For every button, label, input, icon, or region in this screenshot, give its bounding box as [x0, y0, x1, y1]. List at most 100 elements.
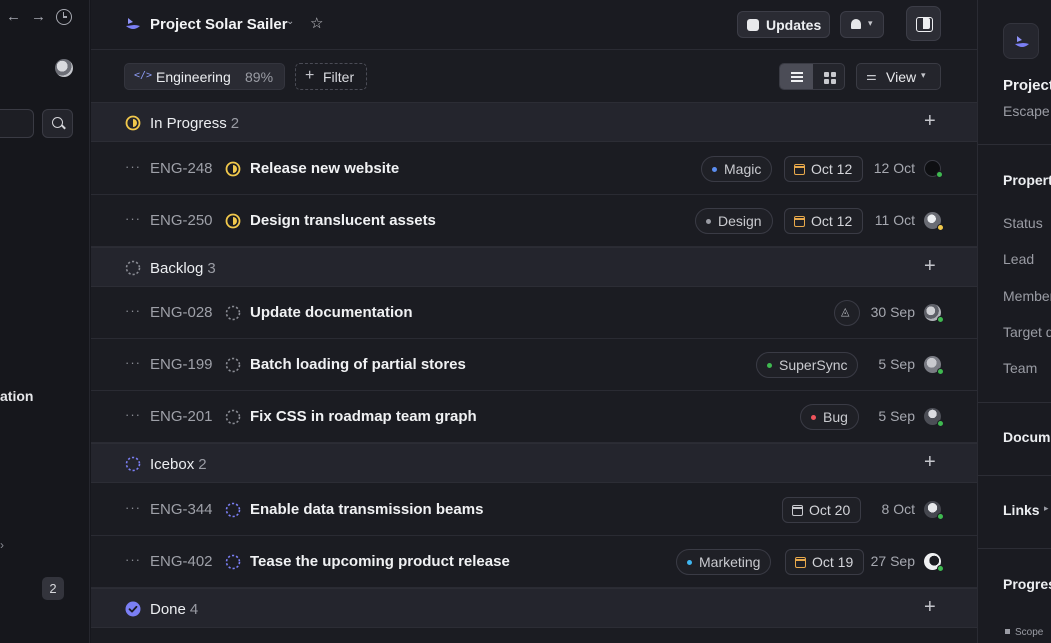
documents-heading[interactable]: Docume: [1003, 429, 1051, 445]
icebox-icon[interactable]: [225, 554, 241, 570]
issue-title[interactable]: Tease the upcoming product release: [250, 553, 510, 570]
assignee-avatar[interactable]: [924, 212, 944, 231]
issue-row[interactable]: ··· ENG-248 Release new website Magic Oc…: [91, 143, 977, 195]
assignee-avatar[interactable]: [924, 553, 944, 572]
updates-button[interactable]: Updates: [737, 11, 830, 38]
group-header-done[interactable]: Done 4 +: [91, 588, 977, 628]
bell-icon: [851, 19, 861, 29]
label-chip[interactable]: Magic: [701, 156, 773, 182]
left-sidebar: ← → ation › 2: [0, 0, 90, 643]
links-heading[interactable]: Links: [1003, 502, 1040, 518]
group-label: Icebox: [150, 456, 195, 473]
board-view-icon[interactable]: [813, 64, 844, 89]
online-status-icon: [937, 316, 944, 323]
assignee-avatar[interactable]: [924, 160, 943, 178]
group-header-in-progress[interactable]: In Progress 2 +: [91, 102, 977, 142]
issue-title[interactable]: Release new website: [250, 160, 399, 177]
in-progress-icon[interactable]: [225, 161, 241, 177]
issue-row[interactable]: ··· ENG-250 Design translucent assets De…: [91, 195, 977, 247]
add-label-button[interactable]: ◬: [834, 300, 860, 326]
issue-title[interactable]: Enable data transmission beams: [250, 501, 483, 518]
more-options-icon[interactable]: ···: [125, 407, 141, 422]
assignee-avatar[interactable]: [924, 408, 944, 427]
project-details-panel: Project Escape Properti Status Lead Memb…: [977, 0, 1051, 643]
issue-row[interactable]: ··· ENG-201 Fix CSS in roadmap team grap…: [91, 391, 977, 443]
search-input[interactable]: [0, 109, 34, 138]
add-issue-plus-icon[interactable]: +: [924, 255, 936, 277]
issue-row[interactable]: ··· ENG-344 Enable data transmission bea…: [91, 484, 977, 536]
issue-title[interactable]: Fix CSS in roadmap team graph: [250, 408, 477, 425]
project-title[interactable]: Project Solar Sailer: [150, 16, 288, 33]
history-clock-icon[interactable]: [56, 9, 72, 25]
layout-toggle[interactable]: [779, 63, 845, 90]
issue-title[interactable]: Batch loading of partial stores: [250, 356, 466, 373]
forward-arrow-icon[interactable]: →: [31, 8, 46, 25]
due-date-chip[interactable]: Oct 19: [785, 549, 865, 575]
team-filter-chip[interactable]: </> Engineering 89%: [124, 63, 285, 90]
created-date: 12 Oct: [873, 160, 915, 176]
backlog-icon[interactable]: [225, 357, 241, 373]
label-chip[interactable]: Bug: [800, 404, 859, 430]
more-options-icon[interactable]: ···: [125, 500, 141, 515]
more-options-icon[interactable]: ···: [125, 303, 141, 318]
more-options-icon[interactable]: ···: [125, 159, 141, 174]
plus-icon: +: [305, 67, 315, 84]
issue-row[interactable]: [91, 629, 977, 643]
property-members[interactable]: Member: [1003, 288, 1051, 304]
assignee-avatar[interactable]: [924, 356, 944, 375]
property-team[interactable]: Team: [1003, 360, 1037, 376]
backlog-icon[interactable]: [225, 409, 241, 425]
label-chip[interactable]: Design: [695, 208, 773, 234]
user-avatar[interactable]: [55, 59, 73, 77]
issue-row[interactable]: ··· ENG-028 Update documentation ◬ 30 Se…: [91, 287, 977, 339]
back-arrow-icon[interactable]: ←: [6, 8, 21, 25]
list-view-icon[interactable]: [780, 64, 813, 89]
add-issue-plus-icon[interactable]: +: [924, 451, 936, 473]
group-header-icebox[interactable]: Icebox 2 +: [91, 443, 977, 483]
chevron-right-icon[interactable]: ▸: [1044, 503, 1049, 514]
notification-count-badge[interactable]: 2: [42, 577, 64, 600]
group-header-backlog[interactable]: Backlog 3 +: [91, 247, 977, 287]
due-date-chip[interactable]: Oct 20: [782, 497, 862, 523]
star-icon[interactable]: ☆: [310, 14, 323, 32]
issue-row[interactable]: ··· ENG-402 Tease the upcoming product r…: [91, 536, 977, 588]
icebox-icon[interactable]: [225, 502, 241, 518]
in-progress-icon[interactable]: [225, 213, 241, 229]
more-options-icon[interactable]: ···: [125, 211, 141, 226]
calendar-icon: [794, 216, 805, 227]
sidebar-item-label[interactable]: ation: [0, 388, 33, 404]
add-issue-plus-icon[interactable]: +: [924, 110, 936, 132]
sliders-icon: ⚌: [866, 69, 877, 83]
issue-title[interactable]: Update documentation: [250, 304, 413, 321]
search-button[interactable]: [42, 109, 73, 138]
issue-title[interactable]: Design translucent assets: [250, 212, 436, 229]
label-text: Bug: [823, 409, 848, 425]
divider: [978, 402, 1051, 403]
issue-id: ENG-402: [150, 553, 213, 570]
group-label: Done: [150, 601, 186, 618]
team-chip-percent: 89%: [245, 69, 274, 85]
view-options-button[interactable]: ⚌ View ▾: [856, 63, 941, 90]
chevron-down-icon[interactable]: ⌄: [286, 16, 294, 27]
created-date: 8 Oct: [881, 501, 915, 517]
assignee-avatar[interactable]: [924, 304, 944, 323]
chevron-right-icon[interactable]: ›: [0, 538, 4, 552]
due-date-chip[interactable]: Oct 12: [784, 156, 864, 182]
progress-heading: Progres: [1003, 576, 1051, 592]
notifications-button[interactable]: ▾: [840, 11, 884, 38]
assignee-avatar[interactable]: [924, 501, 944, 520]
property-status[interactable]: Status: [1003, 215, 1043, 231]
add-issue-plus-icon[interactable]: +: [924, 596, 936, 618]
due-date-chip[interactable]: Oct 12: [784, 208, 864, 234]
backlog-icon[interactable]: [225, 305, 241, 321]
more-options-icon[interactable]: ···: [125, 355, 141, 370]
panel-project-description[interactable]: Escape: [1003, 103, 1050, 119]
more-options-icon[interactable]: ···: [125, 552, 141, 567]
toggle-side-panel-button[interactable]: [906, 6, 941, 41]
label-chip[interactable]: SuperSync: [756, 352, 859, 378]
property-target-date[interactable]: Target d: [1003, 324, 1051, 340]
property-lead[interactable]: Lead: [1003, 251, 1034, 267]
issue-row[interactable]: ··· ENG-199 Batch loading of partial sto…: [91, 339, 977, 391]
add-filter-button[interactable]: + Filter: [295, 63, 367, 90]
label-chip[interactable]: Marketing: [676, 549, 772, 575]
